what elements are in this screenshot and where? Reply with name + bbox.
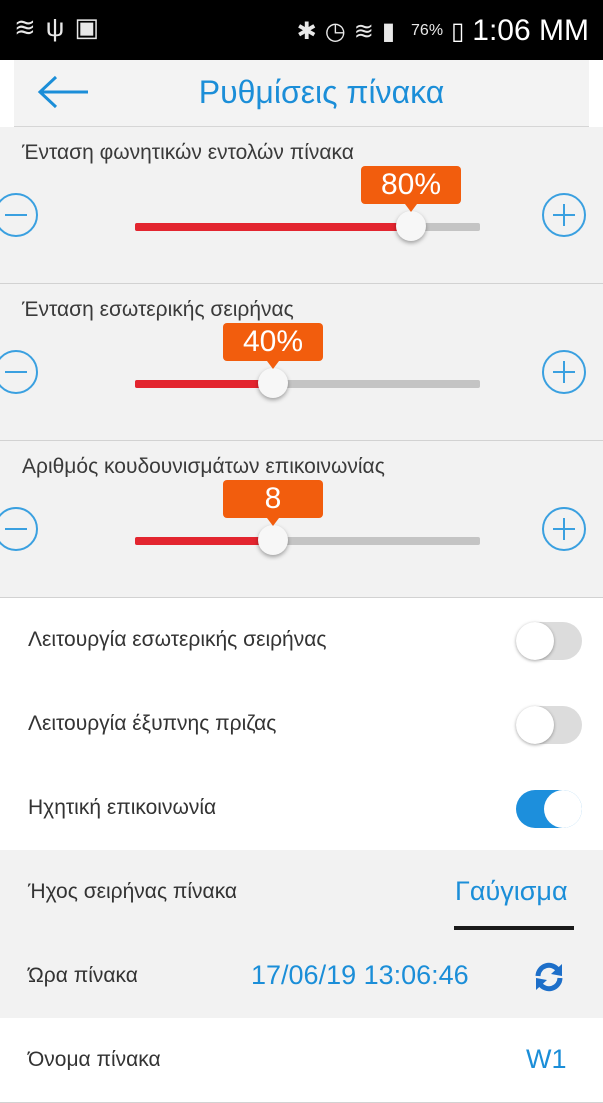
siren-sound-value[interactable]: Γαύγισμα bbox=[455, 876, 568, 907]
usb-icon: ψ bbox=[45, 12, 75, 42]
panel-time-value: 17/06/19 13:06:46 bbox=[251, 960, 469, 990]
internal-siren-row[interactable]: Λειτουργία εσωτερικής σειρήνας bbox=[0, 598, 603, 683]
voice-volume-increase-button[interactable] bbox=[542, 193, 586, 237]
toggle-knob bbox=[516, 622, 554, 660]
toggle-knob bbox=[544, 790, 582, 828]
panel-time-row: Ώρα πίνακα 17/06/19 13:06:46 bbox=[0, 934, 603, 1019]
battery-icon: ▯ bbox=[451, 17, 465, 45]
slider-fill bbox=[135, 537, 273, 545]
bluetooth-icon: ✱ bbox=[296, 17, 325, 45]
smart-plug-label: Λειτουργία έξυπνης πριζας bbox=[28, 712, 277, 735]
ring-count-slider[interactable]: 8 bbox=[135, 480, 480, 555]
audio-communication-row[interactable]: Ηχητική επικοινωνία bbox=[0, 766, 603, 851]
slider-value-bubble: 80% bbox=[361, 166, 461, 212]
panel-time-label: Ώρα πίνακα bbox=[28, 964, 138, 987]
siren-sound-row[interactable]: Ήχος σειρήνας πίνακα Γαύγισμα bbox=[0, 850, 603, 935]
smart-plug-toggle[interactable] bbox=[516, 706, 582, 744]
battery-percent: 76% bbox=[411, 22, 444, 39]
smart-plug-row[interactable]: Λειτουργία έξυπνης πριζας bbox=[0, 682, 603, 767]
slider-thumb[interactable] bbox=[396, 211, 426, 241]
ring-count-section: Αριθμός κουδουνισμάτων επικοινωνίας 8 bbox=[0, 441, 603, 598]
voice-volume-section: Ένταση φωνητικών εντολών πίνακα 80% bbox=[0, 127, 603, 284]
siren-sound-underline bbox=[454, 926, 574, 930]
voice-volume-decrease-button[interactable] bbox=[0, 193, 38, 237]
slider-thumb[interactable] bbox=[258, 525, 288, 555]
panel-name-row[interactable]: Όνομα πίνακα W1 bbox=[0, 1018, 603, 1103]
refresh-button[interactable] bbox=[532, 960, 566, 994]
refresh-icon bbox=[535, 962, 563, 992]
toggle-knob bbox=[516, 706, 554, 744]
internal-siren-toggle[interactable] bbox=[516, 622, 582, 660]
cell-signal-icon: ▮ bbox=[381, 17, 404, 45]
slider-value-bubble: 40% bbox=[223, 323, 323, 369]
siren-volume-label: Ένταση εσωτερικής σειρήνας bbox=[22, 298, 294, 321]
siren-volume-decrease-button[interactable] bbox=[0, 350, 38, 394]
page-title: Ρυθμίσεις πίνακα bbox=[198, 74, 445, 110]
wifi-signal-icon: ≋ bbox=[353, 17, 382, 45]
slider-fill bbox=[135, 380, 273, 388]
siren-volume-slider[interactable]: 40% bbox=[135, 323, 480, 398]
status-left-icons: ≋ψ▣ bbox=[14, 12, 109, 43]
app-header: Ρυθμίσεις πίνακα bbox=[14, 60, 589, 127]
panel-name-value: W1 bbox=[526, 1044, 567, 1074]
wifi-icon: ≋ bbox=[14, 12, 46, 42]
panel-name-label: Όνομα πίνακα bbox=[28, 1048, 161, 1071]
status-bar: ≋ψ▣ ✱◷≋▮ 76% ▯ 1:06 MM bbox=[0, 0, 603, 60]
siren-sound-label: Ήχος σειρήνας πίνακα bbox=[28, 880, 238, 903]
slider-value-bubble: 8 bbox=[223, 480, 323, 526]
ring-count-increase-button[interactable] bbox=[542, 507, 586, 551]
siren-volume-increase-button[interactable] bbox=[542, 350, 586, 394]
internal-siren-label: Λειτουργία εσωτερικής σειρήνας bbox=[28, 628, 327, 651]
slider-thumb[interactable] bbox=[258, 368, 288, 398]
ring-count-decrease-button[interactable] bbox=[0, 507, 38, 551]
audio-communication-label: Ηχητική επικοινωνία bbox=[28, 796, 217, 819]
siren-volume-section: Ένταση εσωτερικής σειρήνας 40% bbox=[0, 284, 603, 441]
slider-fill bbox=[135, 223, 411, 231]
image-icon: ▣ bbox=[74, 12, 109, 42]
status-system-icons: ✱◷≋▮ bbox=[297, 17, 403, 46]
status-time: 1:06 MM bbox=[472, 14, 589, 47]
ring-count-label: Αριθμός κουδουνισμάτων επικοινωνίας bbox=[22, 455, 385, 478]
audio-communication-toggle[interactable] bbox=[516, 790, 582, 828]
status-right: ✱◷≋▮ 76% ▯ 1:06 MM bbox=[297, 14, 589, 48]
voice-volume-slider[interactable]: 80% bbox=[135, 166, 480, 241]
alarm-icon: ◷ bbox=[324, 17, 354, 45]
voice-volume-label: Ένταση φωνητικών εντολών πίνακα bbox=[22, 141, 354, 164]
